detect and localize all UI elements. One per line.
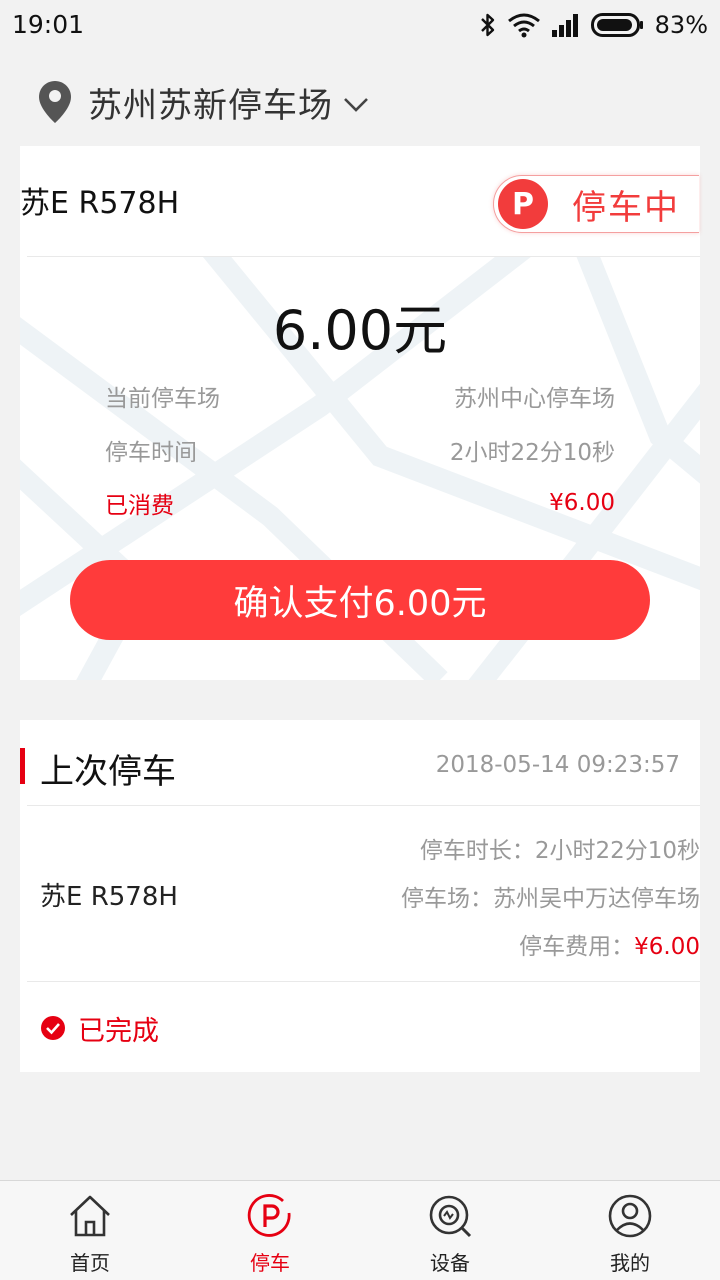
section-accent-bar (20, 748, 25, 784)
battery-icon (590, 13, 643, 37)
info-label: 停车时间 (105, 440, 197, 466)
fee-value: ¥6.00 (634, 934, 700, 960)
bottom-nav: 首页 停车 设备 我的 (0, 1180, 720, 1280)
lot-value: 苏州吴中万达停车场 (493, 886, 700, 912)
last-duration: 停车时长：2小时22分10秒 (420, 831, 700, 865)
fee-label: 停车费用： (519, 934, 635, 960)
nav-label: 设备 (430, 1251, 470, 1275)
last-lot: 停车场：苏州吴中万达停车场 (401, 879, 700, 913)
info-value: 2小时22分10秒 (449, 440, 615, 466)
user-icon (608, 1194, 652, 1238)
location-name: 苏州苏新停车场 (88, 85, 333, 126)
device-icon (429, 1195, 472, 1238)
nav-label: 首页 (70, 1251, 110, 1275)
parking-status-text: 停车中 (572, 187, 680, 228)
wifi-icon (507, 13, 540, 38)
divider (27, 256, 700, 257)
location-pin-icon (39, 81, 71, 123)
nav-mine[interactable]: 我的 (540, 1181, 720, 1280)
nav-label: 我的 (610, 1251, 650, 1275)
nav-device[interactable]: 设备 (360, 1181, 540, 1280)
info-row-time: 停车时间 2小时22分10秒 (105, 434, 615, 466)
info-label: 已消费 (105, 493, 174, 519)
last-fee: 停车费用：¥6.00 (519, 927, 700, 961)
completed-status: 已完成 (40, 1008, 159, 1048)
duration-label: 停车时长： (419, 838, 535, 864)
info-row-spent: 已消费 ¥6.00 (105, 487, 615, 519)
status-bar: 19:01 83% (0, 0, 720, 50)
info-label: 当前停车场 (105, 386, 220, 412)
last-datetime: 2018-05-14 09:23:57 (435, 752, 680, 778)
current-amount: 6.00元 (272, 299, 448, 362)
section-title: 上次停车 (40, 752, 176, 792)
nav-home[interactable]: 首页 (0, 1181, 180, 1280)
info-row-lot: 当前停车场 苏州中心停车场 (105, 380, 615, 412)
current-plate: 苏E R578H (20, 186, 180, 221)
confirm-pay-button[interactable]: 确认支付6.00元 (70, 560, 650, 640)
status-time: 19:01 (12, 10, 85, 39)
divider (27, 981, 700, 982)
signal-icon (551, 14, 578, 37)
bluetooth-icon (480, 13, 494, 37)
location-selector[interactable]: 苏州苏新停车场 (38, 78, 369, 126)
battery-percent: 83% (654, 11, 708, 39)
nav-parking[interactable]: 停车 (180, 1181, 360, 1280)
status-icons: 83% (479, 10, 708, 40)
home-icon (70, 1195, 110, 1237)
nav-label: 停车 (250, 1251, 290, 1275)
info-value: ¥6.00 (549, 490, 615, 516)
chevron-down-icon (344, 98, 368, 112)
duration-value: 2小时22分10秒 (534, 838, 700, 864)
info-value: 苏州中心停车场 (454, 386, 615, 412)
last-plate: 苏E R578H (40, 882, 178, 912)
check-circle-icon (41, 1016, 65, 1040)
parking-icon (247, 1194, 291, 1237)
divider (27, 805, 700, 806)
parking-status-badge: P 停车中 (493, 175, 699, 233)
lot-label: 停车场： (401, 886, 493, 912)
parking-p-icon: P (498, 179, 548, 229)
completed-text: 已完成 (78, 1015, 159, 1047)
